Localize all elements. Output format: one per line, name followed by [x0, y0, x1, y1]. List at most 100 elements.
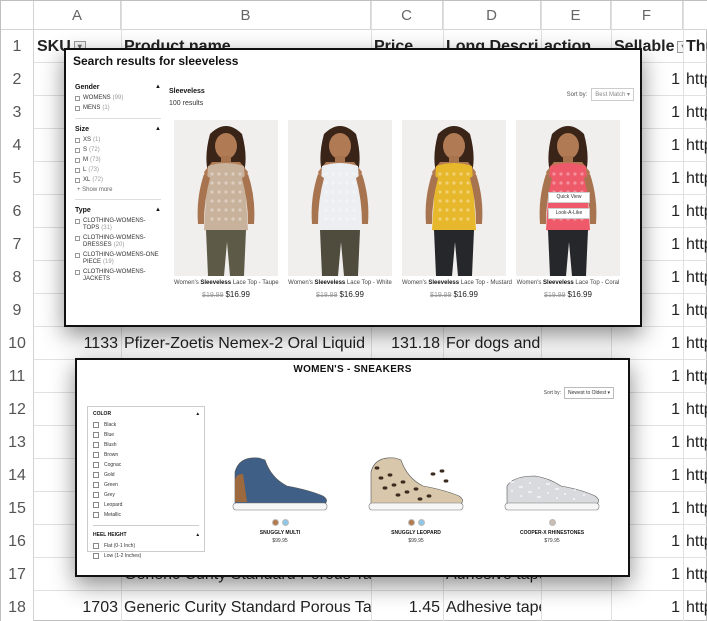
row-number[interactable]: 18 — [1, 591, 34, 621]
filter-option[interactable]: Flat (0-1 Inch) — [93, 543, 199, 549]
cell-price[interactable]: 1.45 — [371, 591, 443, 621]
select-all-corner[interactable] — [1, 1, 34, 30]
quick-view-button[interactable]: Quick View — [548, 192, 590, 203]
row-number[interactable]: 12 — [1, 393, 34, 426]
chevron-up-icon[interactable]: ▲ — [155, 207, 161, 214]
checkbox[interactable] — [75, 158, 80, 163]
color-swatch[interactable] — [407, 519, 415, 526]
product-card[interactable]: Women's Sleeveless Lace Top - Taupe $19.9… — [174, 120, 279, 299]
cell-product[interactable]: Pfizer-Zoetis Nemex-2 Oral Liquid — [121, 327, 371, 360]
column-letter-b[interactable]: B — [121, 1, 371, 30]
row-number[interactable]: 6 — [1, 195, 34, 228]
checkbox[interactable] — [93, 492, 99, 498]
row-number[interactable]: 15 — [1, 492, 34, 525]
color-swatch[interactable] — [548, 519, 556, 526]
cell-thumbnail[interactable]: http — [683, 492, 707, 525]
product-name[interactable]: Women's Sleeveless Lace Top - Taupe — [174, 280, 279, 286]
checkbox[interactable] — [75, 96, 80, 101]
row-number[interactable]: 14 — [1, 459, 34, 492]
filter-group-title[interactable]: Size ▲ — [75, 126, 161, 133]
product-name[interactable]: SNUGGLY MULTI — [225, 530, 335, 536]
checkbox[interactable] — [93, 512, 99, 518]
cell-thumbnail[interactable]: http — [683, 261, 707, 294]
filter-group-title[interactable]: Type ▲ — [75, 207, 161, 214]
filter-option[interactable]: Black — [93, 422, 199, 428]
column-letter-f[interactable]: F — [611, 1, 683, 30]
product-image[interactable] — [174, 120, 278, 276]
product-name[interactable]: COOPER-X RHINESTONES — [497, 530, 607, 536]
cell-thumbnail[interactable]: http — [683, 294, 707, 327]
row-number[interactable]: 11 — [1, 360, 34, 393]
show-more-link[interactable]: + Show more — [77, 187, 161, 193]
row-number[interactable]: 4 — [1, 129, 34, 162]
checkbox[interactable] — [75, 138, 80, 143]
cell-description[interactable]: Adhesive tape — [443, 591, 541, 621]
filter-option[interactable]: Brown — [93, 452, 199, 458]
cell-thumbnail[interactable]: http — [683, 327, 707, 360]
product-image[interactable] — [402, 120, 506, 276]
product-name[interactable]: Women's Sleeveless Lace Top - White — [288, 280, 392, 286]
cell-price[interactable]: 131.18 — [371, 327, 443, 360]
filter-option[interactable]: XL (72) — [75, 177, 161, 184]
checkbox[interactable] — [75, 106, 80, 111]
look-alike-button[interactable]: Look-A-Like — [548, 208, 590, 219]
filter-option[interactable]: CLOTHING-WOMENS-JACKETS — [75, 269, 161, 283]
checkbox[interactable] — [93, 432, 99, 438]
filter-option[interactable]: Blue — [93, 432, 199, 438]
cell-thumbnail[interactable]: http — [683, 228, 707, 261]
chevron-up-icon[interactable]: ▴ — [196, 532, 199, 538]
cell-thumbnail[interactable]: http — [683, 129, 707, 162]
row-number[interactable]: 2 — [1, 63, 34, 96]
cell-action[interactable] — [541, 327, 611, 360]
product-card[interactable]: SNUGGLY MULTI $99.95 — [225, 452, 335, 544]
row-number[interactable]: 3 — [1, 96, 34, 129]
cell-sku[interactable]: 1133 — [34, 327, 121, 360]
filter-option[interactable]: CLOTHING-WOMENS-ONE PIECE (19) — [75, 252, 161, 266]
cell-thumbnail[interactable]: http — [683, 459, 707, 492]
column-letter-e[interactable]: E — [541, 1, 611, 30]
product-card[interactable]: Women's Sleeveless Lace Top - Mustard $19… — [402, 120, 512, 299]
cell-thumbnail[interactable]: http — [683, 360, 707, 393]
cell-thumbnail[interactable]: http — [683, 63, 707, 96]
filter-option[interactable]: S (72) — [75, 147, 161, 154]
product-name[interactable]: SNUGGLY LEOPARD — [361, 530, 471, 536]
checkbox[interactable] — [93, 543, 99, 549]
product-image[interactable]: Quick View Look-A-Like — [516, 120, 620, 276]
checkbox[interactable] — [93, 502, 99, 508]
filter-option[interactable]: Cognac — [93, 462, 199, 468]
cell-action[interactable] — [541, 591, 611, 621]
filter-option[interactable]: CLOTHING-WOMENS-DRESSES (20) — [75, 235, 161, 249]
product-image[interactable] — [288, 120, 392, 276]
checkbox[interactable] — [93, 462, 99, 468]
filter-option[interactable]: Metallic — [93, 512, 199, 518]
filter-group-title[interactable]: Gender ▲ — [75, 84, 161, 91]
column-letter-d[interactable]: D — [443, 1, 541, 30]
row-number[interactable]: 17 — [1, 558, 34, 591]
cell-thumbnail[interactable]: http — [683, 525, 707, 558]
filter-group-title[interactable]: HEEL HEIGHT ▴ — [93, 532, 199, 538]
checkbox[interactable] — [75, 168, 80, 173]
checkbox[interactable] — [93, 452, 99, 458]
row-number[interactable]: 9 — [1, 294, 34, 327]
product-card[interactable]: COOPER-X RHINESTONES $79.95 — [497, 452, 607, 544]
row-number[interactable]: 13 — [1, 426, 34, 459]
product-card[interactable]: Quick View Look-A-Like Women's Sleeveless … — [516, 120, 620, 299]
header-cell-thumbnail[interactable]: Thu — [683, 30, 707, 63]
product-image[interactable] — [225, 452, 335, 516]
row-number[interactable]: 7 — [1, 228, 34, 261]
cell-thumbnail[interactable]: http — [683, 195, 707, 228]
row-number[interactable]: 8 — [1, 261, 34, 294]
filter-group-title[interactable]: COLOR ▴ — [93, 411, 199, 417]
sort-select[interactable]: Newest to Oldest ▾ — [564, 387, 614, 399]
color-swatch[interactable] — [271, 519, 279, 526]
chevron-up-icon[interactable]: ▲ — [155, 126, 161, 133]
chevron-up-icon[interactable]: ▴ — [196, 411, 199, 417]
cell-product[interactable]: Generic Curity Standard Porous Tape — [121, 591, 371, 621]
column-letter-c[interactable]: C — [371, 1, 443, 30]
product-card[interactable]: Women's Sleeveless Lace Top - White $18.9… — [288, 120, 392, 299]
product-name[interactable]: Women's Sleeveless Lace Top - Mustard — [402, 280, 512, 286]
cell-thumbnail[interactable]: http — [683, 558, 707, 591]
checkbox[interactable] — [93, 482, 99, 488]
filter-option[interactable]: Low (1-2 Inches) — [93, 553, 199, 559]
filter-option[interactable]: Grey — [93, 492, 199, 498]
